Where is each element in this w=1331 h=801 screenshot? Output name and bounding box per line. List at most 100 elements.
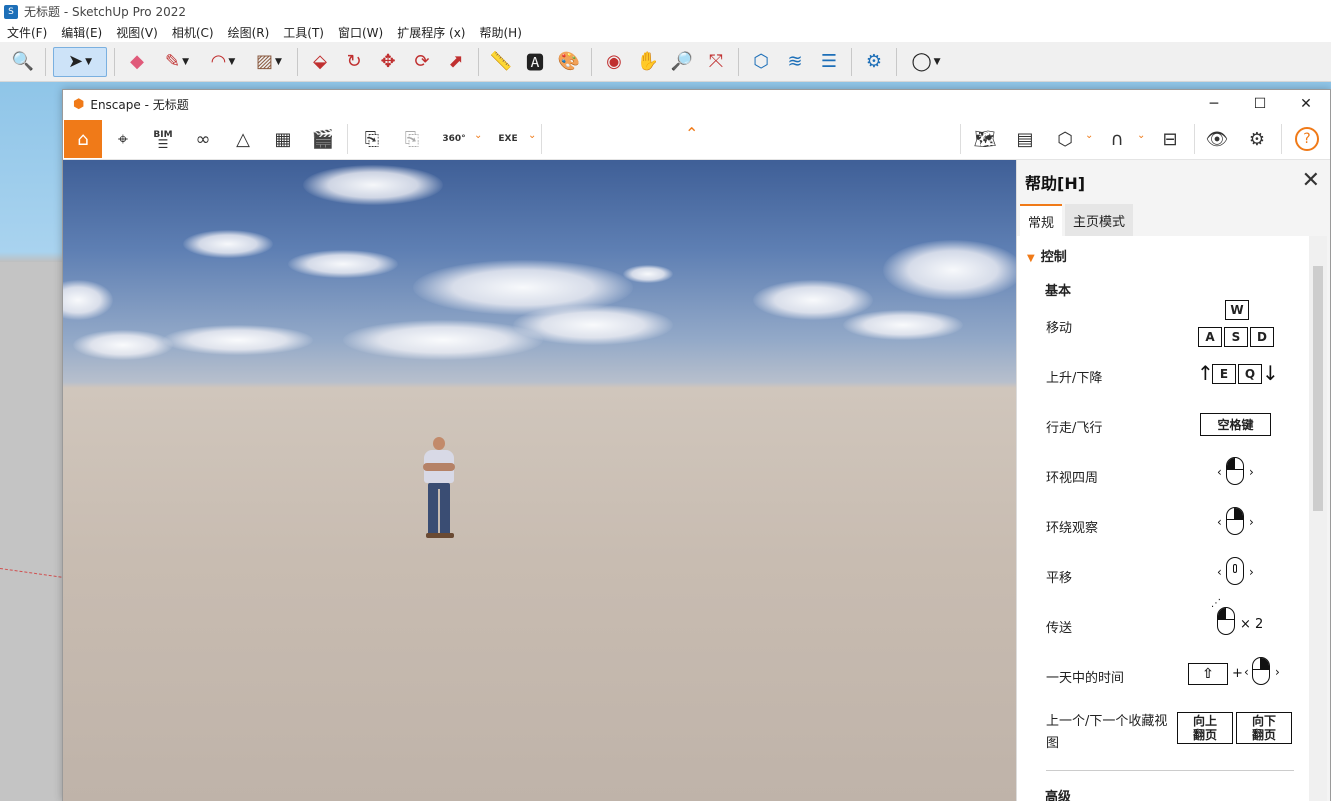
sun-sky-icon[interactable]: △ (224, 120, 262, 158)
minimize-button[interactable]: ─ (1191, 90, 1237, 118)
help-panel: 帮助[H] ✕ 常规 主页模式 ▼ 控制 基本 移动 W A S D 上升/下降 … (1016, 160, 1330, 801)
divider (1046, 770, 1294, 771)
chevron-down-icon[interactable]: ⌄ (1085, 130, 1093, 141)
eye-icon[interactable]: 👁 (1198, 120, 1236, 158)
chevron-down-icon[interactable]: ▼ (228, 57, 235, 67)
menu-edit[interactable]: 编辑(E) (54, 24, 109, 41)
screenshot-export-icon[interactable]: ⎘ (353, 120, 391, 158)
exe-label: EXE (498, 134, 518, 144)
bim-button[interactable]: BIM ☰ (144, 120, 182, 158)
zoom-extents-arrows-icon[interactable]: ⤧ (701, 47, 731, 77)
extension-warehouse-icon[interactable]: ≋ (780, 47, 810, 77)
layout-send-icon[interactable]: ☰ (814, 47, 844, 77)
close-button[interactable]: ✕ (1283, 90, 1329, 118)
menu-tools[interactable]: 工具(T) (276, 24, 331, 41)
panorama-button[interactable]: 360° (435, 120, 473, 158)
map-icon[interactable]: 🗺 (966, 120, 1004, 158)
key-pagedown: 向下 翻页 (1236, 712, 1292, 744)
cloud (843, 310, 963, 340)
paint-bucket-icon[interactable]: 🎨 (554, 47, 584, 77)
menu-view[interactable]: 视图(V) (109, 24, 165, 41)
rectangle-tool-icon[interactable]: ▨ ▼ (248, 47, 290, 77)
home-icon[interactable]: ⌂ (64, 120, 102, 158)
push-pull-icon[interactable]: ⬙ (305, 47, 335, 77)
pan-hand-icon[interactable]: ✋ (633, 47, 663, 77)
menu-file[interactable]: 文件(F) (0, 24, 54, 41)
section-controls[interactable]: ▼ 控制 (1027, 246, 1067, 265)
move-icon[interactable]: ✥ (373, 47, 403, 77)
enscape-window: ⬢ Enscape - 无标题 ─ ☐ ✕ ⌂ ⌖ BIM ☰ ∞ △ ▦ 🎬 ⎘… (62, 89, 1331, 801)
account-icon[interactable]: ◯ ▼ (904, 47, 948, 77)
menu-window[interactable]: 窗口(W) (331, 24, 390, 41)
row-orbit-label: 环绕观察 (1046, 521, 1099, 536)
left-bracket-icon: ‹ (1244, 665, 1249, 679)
bim-lines-icon: ☰ (157, 137, 169, 151)
cube-icon[interactable]: ⬡ (1046, 120, 1084, 158)
pageup-line1: 向上 (1192, 714, 1217, 728)
chevron-down-icon[interactable]: ▼ (85, 57, 92, 67)
render-viewport[interactable] (63, 160, 1016, 801)
binoculars-icon[interactable]: ∞ (184, 120, 222, 158)
chevron-down-icon[interactable]: ⌄ (528, 130, 536, 141)
vr-headset-icon[interactable]: ⊟ (1151, 120, 1189, 158)
location-pin-icon[interactable]: ⌖ (104, 120, 142, 158)
warehouse-icon[interactable]: ⬡ (746, 47, 776, 77)
line-tool-icon[interactable]: ✎ ▼ (156, 47, 198, 77)
zoom-extents-icon[interactable]: 🔍 (8, 47, 38, 77)
subsection-advanced: 高级 (1045, 790, 1072, 801)
right-bracket-icon: › (1249, 565, 1254, 579)
key-s: S (1224, 327, 1248, 347)
arc-tool-icon[interactable]: ◠ ▼ (202, 47, 244, 77)
person-feet (426, 533, 454, 538)
tab-home-mode[interactable]: 主页模式 (1065, 204, 1134, 236)
cloud (63, 280, 113, 320)
key-a: A (1198, 327, 1222, 347)
help-button[interactable]: ? (1288, 120, 1326, 158)
toolbar-separator (478, 47, 479, 76)
row-updown-label: 上升/下降 (1046, 371, 1103, 386)
asset-library-icon[interactable]: ▤ (1006, 120, 1044, 158)
enscape-toolbar: ⌂ ⌖ BIM ☰ ∞ △ ▦ 🎬 ⎘ ⎘ 360° ⌄ EXE ⌄ ⌃ 🗺 ▤ … (63, 118, 1330, 160)
orbit-icon[interactable]: ◉ (599, 47, 629, 77)
extension-manager-icon[interactable]: ⚙ (859, 47, 889, 77)
tape-measure-icon[interactable]: 📏 (486, 47, 516, 77)
select-tool-button[interactable]: ➤ ▼ (53, 46, 107, 77)
eraser-icon[interactable]: ◆ (122, 47, 152, 77)
cloud (288, 250, 398, 278)
toolbar-separator (1281, 124, 1282, 154)
pageup-line2: 翻页 (1192, 728, 1217, 742)
tab-general[interactable]: 常规 (1020, 204, 1063, 236)
collapse-chevron-icon[interactable]: ⌃ (685, 124, 698, 143)
chevron-down-icon[interactable]: ⌄ (474, 130, 482, 141)
sketchup-window-title: 无标题 - SketchUp Pro 2022 (24, 5, 186, 19)
gear-icon[interactable]: ⚙ (1238, 120, 1276, 158)
menu-draw[interactable]: 绘图(R) (221, 24, 277, 41)
left-bracket-icon: ‹ (1217, 465, 1222, 479)
right-bracket-icon: › (1249, 515, 1254, 529)
scale-icon[interactable]: ⬈ (441, 47, 471, 77)
maximize-button[interactable]: ☐ (1237, 90, 1283, 118)
rotate-icon[interactable]: ⟳ (407, 47, 437, 77)
mouse-double-click-icon (1217, 607, 1235, 635)
menu-camera[interactable]: 相机(C) (165, 24, 221, 41)
toolbar-separator (297, 47, 298, 76)
text-tool-icon[interactable]: 🅰 (520, 47, 550, 77)
menu-help[interactable]: 帮助(H) (472, 24, 528, 41)
buildings-icon[interactable]: ▦ (264, 120, 302, 158)
menu-extensions[interactable]: 扩展程序 (x) (390, 24, 472, 41)
clapperboard-icon[interactable]: 🎬 (304, 120, 342, 158)
close-icon[interactable]: ✕ (1302, 168, 1320, 193)
exe-export-button[interactable]: EXE (489, 120, 527, 158)
row-lookaround-label: 环视四周 (1046, 471, 1099, 486)
zoom-icon[interactable]: 🔎 (667, 47, 697, 77)
help-scrollbar[interactable] (1309, 236, 1327, 801)
chevron-down-icon[interactable]: ▼ (182, 57, 189, 67)
follow-me-icon[interactable]: ↻ (339, 47, 369, 77)
times-two-label: × 2 (1240, 617, 1264, 632)
scrollbar-thumb[interactable] (1313, 266, 1323, 511)
chevron-down-icon[interactable]: ▼ (934, 57, 941, 67)
chevron-down-icon[interactable]: ⌄ (1137, 130, 1145, 141)
left-bracket-icon: ‹ (1217, 515, 1222, 529)
material-editor-icon[interactable]: ∩ (1098, 120, 1136, 158)
chevron-down-icon[interactable]: ▼ (275, 57, 282, 67)
